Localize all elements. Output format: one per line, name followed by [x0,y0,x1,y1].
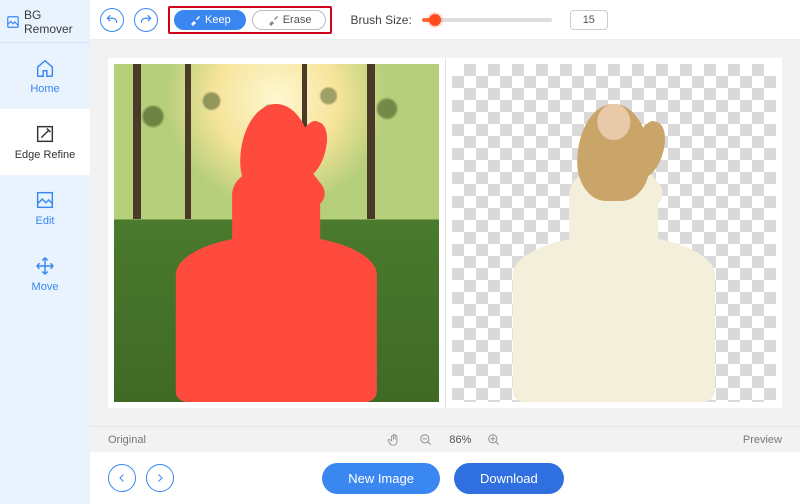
brush-erase-icon [267,14,279,26]
canvas-area [90,40,800,426]
chevron-left-icon [116,472,128,484]
slider-thumb[interactable] [429,14,441,26]
redo-icon [139,13,153,27]
app-title: BG Remover [24,8,84,36]
sidebar-item-label: Home [30,83,59,95]
new-image-button[interactable]: New Image [322,463,440,494]
erase-button[interactable]: Erase [252,10,327,30]
sidebar-item-label: Edge Refine [15,149,76,161]
erase-label: Erase [283,14,312,26]
edit-icon [34,189,56,211]
preview-image[interactable] [452,64,777,402]
original-label: Original [108,434,146,446]
redo-button[interactable] [134,8,158,32]
preview-panel [445,58,783,408]
tree-decoration [133,64,141,219]
zoom-in-icon [487,433,501,447]
undo-icon [105,13,119,27]
sidebar-item-edge-refine[interactable]: Edge Refine [0,109,90,175]
app-title-bar: BG Remover [0,0,90,43]
main-area: Keep Erase Brush Size: 15 [90,0,800,504]
sidebar-item-edit[interactable]: Edit [0,175,90,241]
brush-size-slider[interactable] [422,18,552,22]
edge-refine-icon [34,123,56,145]
original-image[interactable] [114,64,439,402]
pan-button[interactable] [385,431,403,449]
keep-button[interactable]: Keep [174,10,246,30]
brush-size-value[interactable]: 15 [570,10,608,30]
app-root: BG Remover Home Edge Refine Edit Move [0,0,800,504]
next-button[interactable] [146,464,174,492]
undo-button[interactable] [100,8,124,32]
zoom-out-icon [419,433,433,447]
zoom-in-button[interactable] [485,431,503,449]
sidebar-item-label: Edit [36,215,55,227]
original-panel [108,58,445,408]
brush-size-label: Brush Size: [350,13,411,27]
keep-erase-highlight: Keep Erase [168,6,332,34]
keep-label: Keep [205,14,231,26]
preview-label: Preview [743,434,782,446]
download-button[interactable]: Download [454,463,564,494]
hand-icon [387,433,401,447]
move-icon [34,255,56,277]
zoom-level: 86% [449,434,471,446]
subject-mask [176,98,377,402]
app-logo-icon [6,15,20,29]
chevron-right-icon [154,472,166,484]
sidebar-item-label: Move [32,281,59,293]
status-center: 86% [160,431,729,449]
subject-cutout [513,98,714,402]
status-bar: Original 86% Preview [90,426,800,452]
sidebar-item-move[interactable]: Move [0,241,90,307]
sidebar: BG Remover Home Edge Refine Edit Move [0,0,90,504]
prev-button[interactable] [108,464,136,492]
brush-keep-icon [189,14,201,26]
footer-actions: New Image Download [184,463,702,494]
home-icon [34,57,56,79]
zoom-out-button[interactable] [417,431,435,449]
toolbar: Keep Erase Brush Size: 15 [90,0,800,40]
sidebar-item-home[interactable]: Home [0,43,90,109]
footer-bar: New Image Download [90,452,800,504]
